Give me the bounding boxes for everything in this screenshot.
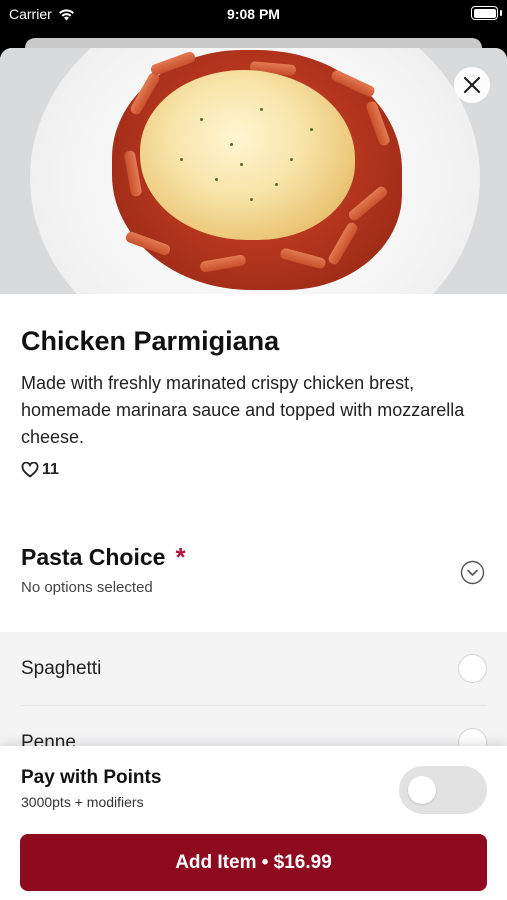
pasta-choice-header: Pasta Choice * No options selected <box>21 542 487 596</box>
pay-with-points-subtitle: 3000pts + modifiers <box>21 794 144 810</box>
chevron-down-icon[interactable] <box>460 560 485 585</box>
radio-button[interactable] <box>458 654 487 683</box>
likes-count: 11 <box>42 461 59 478</box>
bottom-action-bar: Pay with Points 3000pts + modifiers Add … <box>0 746 507 900</box>
likes-button[interactable]: 11 <box>21 461 59 479</box>
required-indicator: * <box>175 542 186 572</box>
pay-with-points-toggle[interactable] <box>399 766 487 814</box>
section-title-row: Pasta Choice * <box>21 542 487 573</box>
status-bar: Carrier 9:08 PM <box>0 0 507 30</box>
product-description: Made with freshly marinated crispy chick… <box>21 373 465 447</box>
melted-cheese <box>140 70 355 240</box>
pay-with-points-title: Pay with Points <box>21 767 162 788</box>
toggle-knob <box>408 776 436 804</box>
battery-icon <box>471 6 498 20</box>
heart-icon <box>21 462 39 478</box>
item-detail-sheet: Chicken Parmigiana Made with freshly mar… <box>0 48 507 900</box>
status-time: 9:08 PM <box>227 6 280 22</box>
option-spaghetti[interactable]: Spaghetti <box>21 632 487 706</box>
pasta-choice-subtitle: No options selected <box>21 579 153 596</box>
close-icon <box>463 76 481 94</box>
battery-tip <box>500 10 502 16</box>
pasta-choice-title: Pasta Choice <box>21 544 166 570</box>
option-label: Spaghetti <box>21 658 102 679</box>
product-title: Chicken Parmigiana <box>21 326 280 356</box>
add-item-button[interactable]: Add Item • $16.99 <box>20 834 487 891</box>
item-photo <box>0 48 507 294</box>
close-button[interactable] <box>454 67 490 103</box>
